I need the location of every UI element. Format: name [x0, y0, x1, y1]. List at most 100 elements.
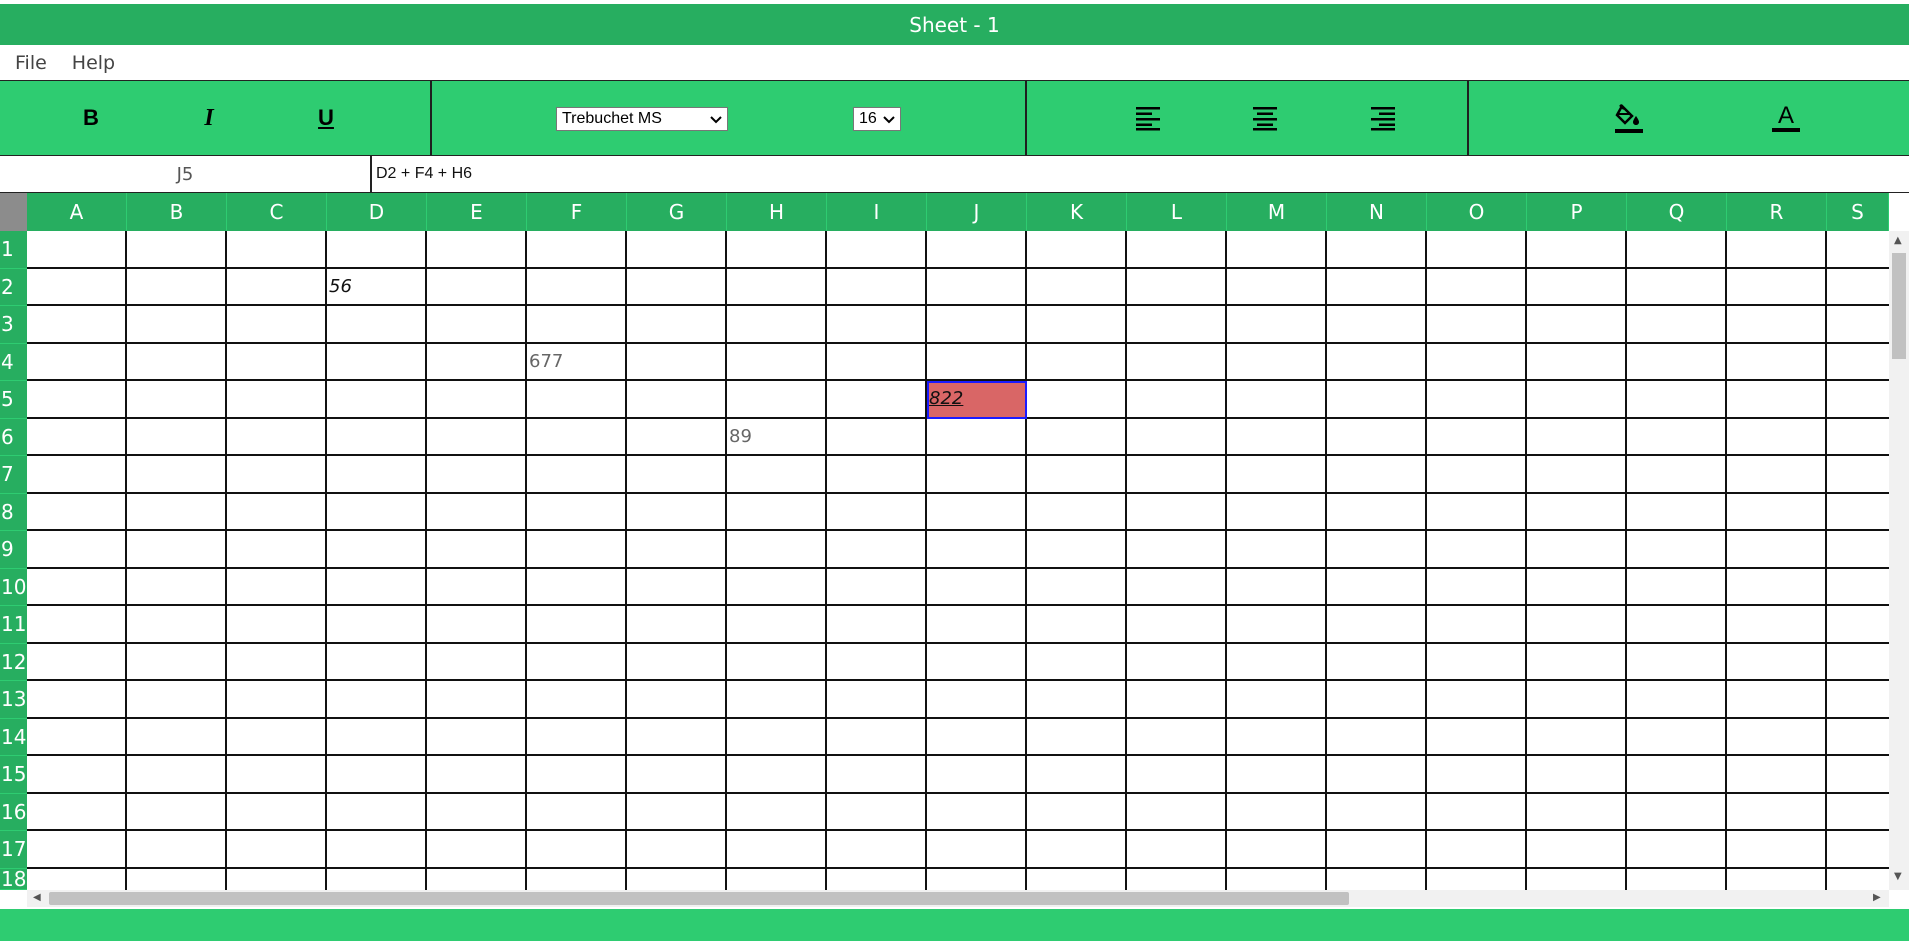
cell[interactable]: [1727, 756, 1827, 794]
cell[interactable]: [1127, 231, 1227, 269]
cell[interactable]: [27, 531, 127, 569]
cell[interactable]: [727, 343, 827, 381]
row-header[interactable]: 1: [0, 231, 27, 269]
cell[interactable]: [1327, 606, 1427, 644]
cell[interactable]: [1727, 868, 1827, 890]
cell[interactable]: [1727, 456, 1827, 494]
cell[interactable]: [1627, 643, 1727, 681]
cell[interactable]: [827, 531, 927, 569]
cell[interactable]: [327, 831, 427, 869]
cell[interactable]: [727, 756, 827, 794]
cell[interactable]: [627, 756, 727, 794]
cell[interactable]: [1227, 531, 1327, 569]
column-header[interactable]: K: [1027, 193, 1127, 231]
cell[interactable]: [1027, 381, 1127, 419]
cell[interactable]: [1627, 418, 1727, 456]
cell[interactable]: [1827, 381, 1889, 419]
cell[interactable]: [327, 343, 427, 381]
row-header[interactable]: 3: [0, 306, 27, 344]
column-header[interactable]: O: [1427, 193, 1527, 231]
cell[interactable]: [1327, 831, 1427, 869]
cell[interactable]: [1027, 756, 1127, 794]
cell[interactable]: [1227, 606, 1327, 644]
cell[interactable]: [1127, 793, 1227, 831]
cell[interactable]: [1327, 681, 1427, 719]
cell[interactable]: [227, 606, 327, 644]
row-header[interactable]: 7: [0, 456, 27, 494]
menu-help[interactable]: Help: [72, 52, 115, 74]
cell[interactable]: [1627, 756, 1727, 794]
cell[interactable]: [1527, 681, 1627, 719]
cell[interactable]: [427, 568, 527, 606]
cell[interactable]: [727, 231, 827, 269]
cell[interactable]: [727, 531, 827, 569]
cell-d2[interactable]: 56: [327, 268, 427, 306]
cell[interactable]: [1027, 643, 1127, 681]
cell[interactable]: [1027, 418, 1127, 456]
vertical-scroll-thumb[interactable]: [1892, 253, 1906, 359]
horizontal-scrollbar[interactable]: ◀ ▶: [27, 890, 1889, 907]
cell[interactable]: [127, 681, 227, 719]
cell[interactable]: [1527, 643, 1627, 681]
cell[interactable]: [327, 568, 427, 606]
cell[interactable]: [1427, 718, 1527, 756]
row-header[interactable]: 17: [0, 831, 27, 869]
cell[interactable]: [1727, 568, 1827, 606]
cell[interactable]: [827, 268, 927, 306]
cell[interactable]: [27, 831, 127, 869]
cell[interactable]: [227, 493, 327, 531]
cell[interactable]: [727, 381, 827, 419]
cell[interactable]: [827, 793, 927, 831]
column-header[interactable]: H: [727, 193, 827, 231]
cell[interactable]: [1827, 306, 1889, 344]
column-header[interactable]: L: [1127, 193, 1227, 231]
cell[interactable]: [1127, 831, 1227, 869]
cell[interactable]: [1127, 718, 1227, 756]
cell[interactable]: [1627, 343, 1727, 381]
fill-color-button[interactable]: [1609, 99, 1649, 137]
cell[interactable]: [1327, 418, 1427, 456]
cell[interactable]: [727, 643, 827, 681]
cell[interactable]: [127, 418, 227, 456]
cell[interactable]: [1227, 868, 1327, 890]
cell[interactable]: [1027, 681, 1127, 719]
cell[interactable]: [627, 418, 727, 456]
cell[interactable]: [1027, 231, 1127, 269]
cell[interactable]: [1127, 643, 1227, 681]
cell[interactable]: [1527, 306, 1627, 344]
cell[interactable]: [1527, 718, 1627, 756]
cell[interactable]: [327, 756, 427, 794]
cell[interactable]: [627, 681, 727, 719]
cell[interactable]: [127, 268, 227, 306]
cell[interactable]: [927, 306, 1027, 344]
row-header[interactable]: 13: [0, 681, 27, 719]
cell[interactable]: [1327, 456, 1427, 494]
cell-j5[interactable]: 822: [927, 381, 1027, 419]
column-header[interactable]: F: [527, 193, 627, 231]
cell[interactable]: [227, 681, 327, 719]
cell[interactable]: [827, 568, 927, 606]
cell[interactable]: [1827, 569, 1889, 606]
cell[interactable]: [1327, 793, 1427, 831]
row-header[interactable]: 8: [0, 493, 27, 531]
cell[interactable]: [527, 681, 627, 719]
cell[interactable]: [1027, 268, 1127, 306]
cell[interactable]: [27, 343, 127, 381]
column-header[interactable]: R: [1727, 193, 1827, 231]
cell-reference-box[interactable]: J5: [0, 156, 372, 192]
select-all-corner[interactable]: [0, 193, 27, 231]
cell[interactable]: [1127, 381, 1227, 419]
cell[interactable]: [1127, 868, 1227, 890]
cell[interactable]: [1127, 531, 1227, 569]
cell[interactable]: [1527, 868, 1627, 890]
bold-button[interactable]: B: [71, 99, 111, 137]
cell[interactable]: [127, 531, 227, 569]
cell[interactable]: [227, 793, 327, 831]
cell[interactable]: [127, 343, 227, 381]
cell[interactable]: [827, 831, 927, 869]
cell[interactable]: [1327, 306, 1427, 344]
cell[interactable]: [1727, 343, 1827, 381]
cell[interactable]: [1327, 381, 1427, 419]
horizontal-scroll-thumb[interactable]: [49, 892, 1349, 905]
cell[interactable]: [1527, 456, 1627, 494]
